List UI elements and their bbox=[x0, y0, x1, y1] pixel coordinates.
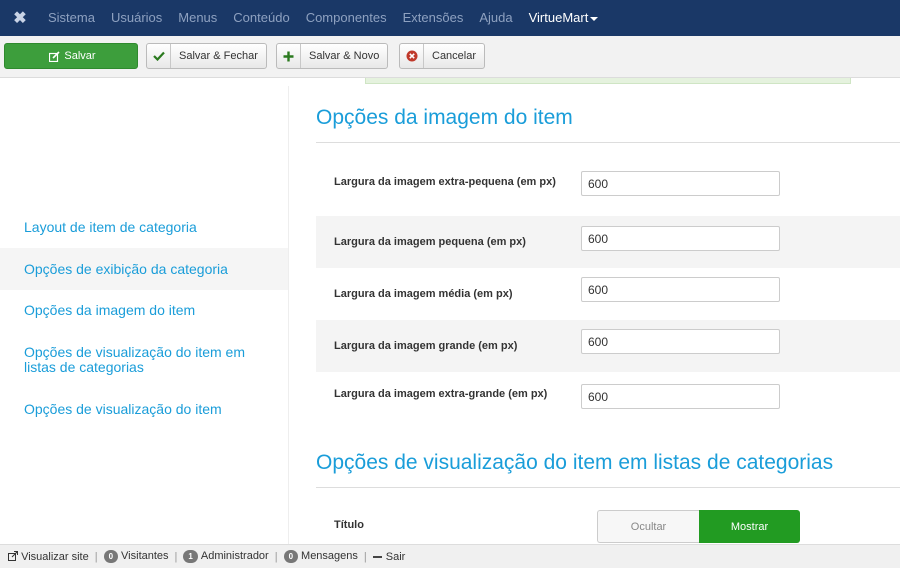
field-row-large: Largura da imagem grande (em px) bbox=[316, 320, 900, 372]
save-close-label: Salvar & Fechar bbox=[179, 50, 258, 62]
medium-width-input[interactable] bbox=[581, 277, 780, 302]
field-row-extra-small: Largura da imagem extra-pequena (em px) bbox=[316, 158, 900, 210]
view-site-label: Visualizar site bbox=[21, 550, 89, 563]
field-label: Largura da imagem grande (em px) bbox=[334, 340, 518, 352]
menu-componentes[interactable]: Componentes bbox=[298, 0, 395, 36]
cancel-label: Cancelar bbox=[432, 50, 477, 62]
cancel-icon bbox=[400, 44, 424, 68]
menu-virtuemart[interactable]: VirtueMart bbox=[521, 0, 607, 36]
menu-sistema[interactable]: Sistema bbox=[40, 0, 103, 36]
separator: | bbox=[274, 550, 278, 563]
view-site-link[interactable]: Visualizar site bbox=[8, 550, 89, 563]
sidebar-item-item-view[interactable]: Opções de visualização do item bbox=[0, 402, 288, 417]
message-bar bbox=[365, 78, 851, 84]
sidebar-item-category-display[interactable]: Opções de exibição da categoria bbox=[0, 248, 288, 290]
field-row-extra-large: Largura da imagem extra-grande (em px) bbox=[316, 372, 900, 424]
field-label: Largura da imagem extra-pequena (em px) bbox=[334, 176, 556, 188]
check-icon bbox=[147, 44, 171, 68]
messages-badge: 0 bbox=[283, 550, 299, 563]
list-section-divider bbox=[316, 487, 900, 488]
field-label: Largura da imagem média (em px) bbox=[334, 288, 513, 300]
logout-link[interactable]: Sair bbox=[372, 550, 406, 563]
chevron-down-icon bbox=[590, 16, 599, 21]
sidebar-item-item-image[interactable]: Opções da imagem do item bbox=[0, 303, 288, 318]
save-close-button[interactable]: Salvar & Fechar bbox=[146, 43, 267, 69]
image-section-divider bbox=[316, 142, 900, 143]
visitors-item: 0 Visitantes bbox=[103, 550, 169, 563]
top-navbar: ✖ Sistema Usuários Menus Conteúdo Compon… bbox=[0, 0, 900, 36]
field-row-medium: Largura da imagem média (em px) bbox=[316, 268, 900, 320]
extra-small-width-input[interactable] bbox=[581, 171, 780, 196]
admin-badge: 1 bbox=[183, 550, 198, 563]
image-section-title: Opções da imagem do item bbox=[316, 106, 573, 129]
field-label: Largura da imagem extra-grande (em px) bbox=[334, 388, 548, 400]
list-section-title: Opções de visualização do item em listas… bbox=[316, 451, 834, 474]
admin-item[interactable]: 1 Administrador bbox=[183, 550, 269, 563]
sidebar-item-list-view[interactable]: Opções de visualização do item em listas… bbox=[0, 345, 270, 375]
separator: | bbox=[94, 550, 98, 563]
field-row-small: Largura da imagem pequena (em px) bbox=[316, 216, 900, 268]
menu-virtuemart-label: VirtueMart bbox=[528, 10, 589, 25]
logout-label: Sair bbox=[385, 550, 406, 563]
messages-item[interactable]: 0 Mensagens bbox=[283, 550, 358, 563]
status-bar: Visualizar site | 0 Visitantes | 1 Adminis… bbox=[0, 544, 900, 568]
menu-usuarios[interactable]: Usuários bbox=[103, 0, 170, 36]
cancel-button[interactable]: Cancelar bbox=[399, 43, 486, 69]
external-link-icon bbox=[8, 550, 18, 561]
visitors-label: Visitantes bbox=[121, 550, 169, 562]
sidebar-item-layout[interactable]: Layout de item de categoria bbox=[0, 220, 288, 235]
separator: | bbox=[174, 550, 178, 563]
extra-large-width-input[interactable] bbox=[581, 384, 780, 409]
field-label: Largura da imagem pequena (em px) bbox=[334, 236, 526, 248]
menu-menus[interactable]: Menus bbox=[170, 0, 225, 36]
minus-icon bbox=[372, 555, 382, 558]
visitors-badge: 0 bbox=[103, 550, 119, 563]
save-new-button[interactable]: Salvar & Novo bbox=[276, 43, 389, 69]
save-new-label: Salvar & Novo bbox=[309, 50, 380, 62]
plus-icon bbox=[277, 44, 301, 68]
column-divider bbox=[288, 86, 289, 544]
large-width-input[interactable] bbox=[581, 329, 780, 354]
sidebar: Layout de item de categoria Opções de ex… bbox=[0, 86, 288, 544]
toolbar: Salvar Salvar & Fechar Salvar & Novo Can… bbox=[0, 36, 900, 78]
title-field-label: Título bbox=[334, 519, 364, 531]
save-button[interactable]: Salvar bbox=[4, 43, 138, 69]
menu-conteudo[interactable]: Conteúdo bbox=[225, 0, 297, 36]
menu-extensoes[interactable]: Extensões bbox=[395, 0, 472, 36]
joomla-logo-icon[interactable]: ✖ bbox=[0, 0, 40, 36]
small-width-input[interactable] bbox=[581, 226, 780, 251]
edit-icon bbox=[46, 44, 62, 68]
hide-title-toggle[interactable]: Ocultar bbox=[597, 510, 699, 543]
show-title-toggle[interactable]: Mostrar bbox=[699, 510, 800, 543]
separator: | bbox=[363, 550, 367, 563]
save-button-label: Salvar bbox=[64, 50, 96, 62]
messages-label: Mensagens bbox=[301, 550, 358, 562]
menu-ajuda[interactable]: Ajuda bbox=[471, 0, 520, 36]
admin-label: Administrador bbox=[200, 550, 269, 562]
